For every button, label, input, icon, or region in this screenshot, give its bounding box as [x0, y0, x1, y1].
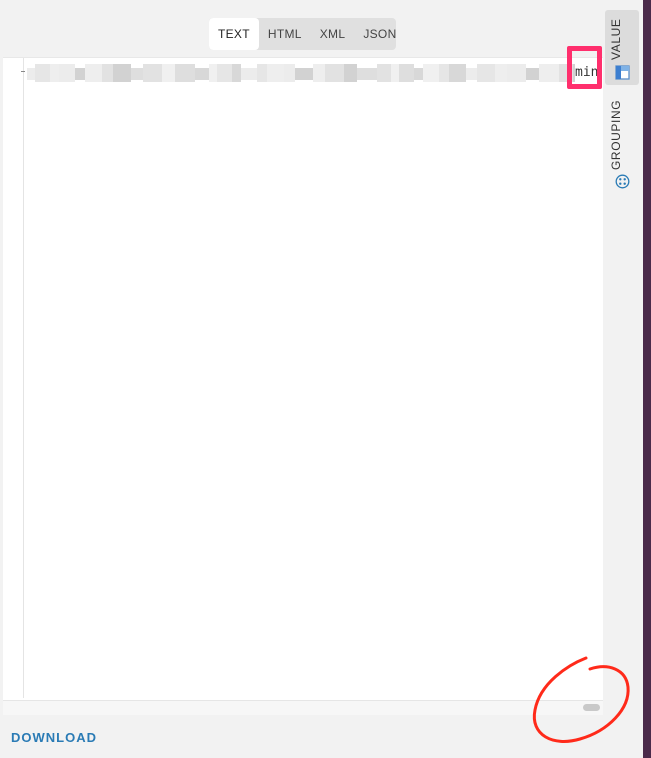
redaction-block	[507, 64, 526, 82]
tab-text[interactable]: TEXT	[209, 18, 259, 50]
line-gutter	[3, 58, 25, 698]
redaction-block	[85, 64, 102, 82]
redaction-block	[439, 64, 449, 82]
redaction-block	[539, 64, 559, 82]
redaction-block	[232, 64, 241, 82]
grouping-button[interactable]: GROUPING	[605, 94, 639, 194]
redaction-block	[313, 64, 325, 82]
redaction-block	[162, 64, 175, 82]
download-button[interactable]: DOWNLOAD	[11, 730, 97, 745]
format-tabs: TEXT HTML XML JSON	[209, 18, 396, 50]
highlight-box	[567, 46, 602, 89]
redaction-block	[449, 64, 466, 82]
tab-html[interactable]: HTML	[259, 18, 311, 50]
redaction-block	[217, 64, 232, 82]
redaction-block	[267, 64, 284, 82]
redaction-block	[175, 64, 195, 82]
redaction-block	[295, 68, 313, 80]
redaction-block	[284, 64, 295, 82]
redaction-block	[59, 64, 75, 82]
redaction-block	[399, 64, 414, 82]
redacted-text-line	[27, 64, 575, 82]
value-button[interactable]: VALUE	[605, 10, 639, 85]
redaction-block	[75, 68, 85, 80]
redaction-block	[257, 64, 267, 82]
redaction-block	[357, 68, 377, 80]
redaction-block	[35, 64, 50, 82]
redaction-block	[466, 68, 477, 80]
value-table-icon	[615, 65, 630, 85]
redaction-block	[241, 68, 257, 80]
redaction-block	[377, 64, 391, 82]
redaction-block	[209, 64, 217, 82]
line-marker	[21, 71, 25, 72]
redaction-block	[143, 64, 162, 82]
redaction-block	[344, 64, 357, 82]
tab-xml[interactable]: XML	[311, 18, 355, 50]
redaction-block	[325, 64, 344, 82]
redaction-block	[131, 68, 143, 80]
tab-json[interactable]: JSON	[354, 18, 396, 50]
redaction-block	[423, 64, 439, 82]
text-editor[interactable]: min	[3, 57, 603, 715]
redaction-block	[102, 64, 113, 82]
redaction-block	[113, 64, 131, 82]
redaction-block	[414, 68, 423, 80]
side-toolbar: VALUE GROUPING	[605, 10, 639, 200]
grouping-label: GROUPING	[609, 99, 623, 170]
window-edge	[643, 0, 651, 758]
redaction-block	[495, 64, 507, 82]
redaction-block	[195, 68, 209, 80]
redaction-block	[477, 64, 495, 82]
redaction-block	[27, 68, 35, 80]
annotation-circle	[532, 656, 630, 743]
redaction-block	[526, 68, 539, 80]
grouping-icon	[615, 174, 630, 194]
value-label: VALUE	[609, 18, 623, 60]
redaction-block	[50, 64, 59, 82]
redaction-block	[391, 64, 399, 82]
horizontal-scrollbar[interactable]	[3, 700, 603, 715]
